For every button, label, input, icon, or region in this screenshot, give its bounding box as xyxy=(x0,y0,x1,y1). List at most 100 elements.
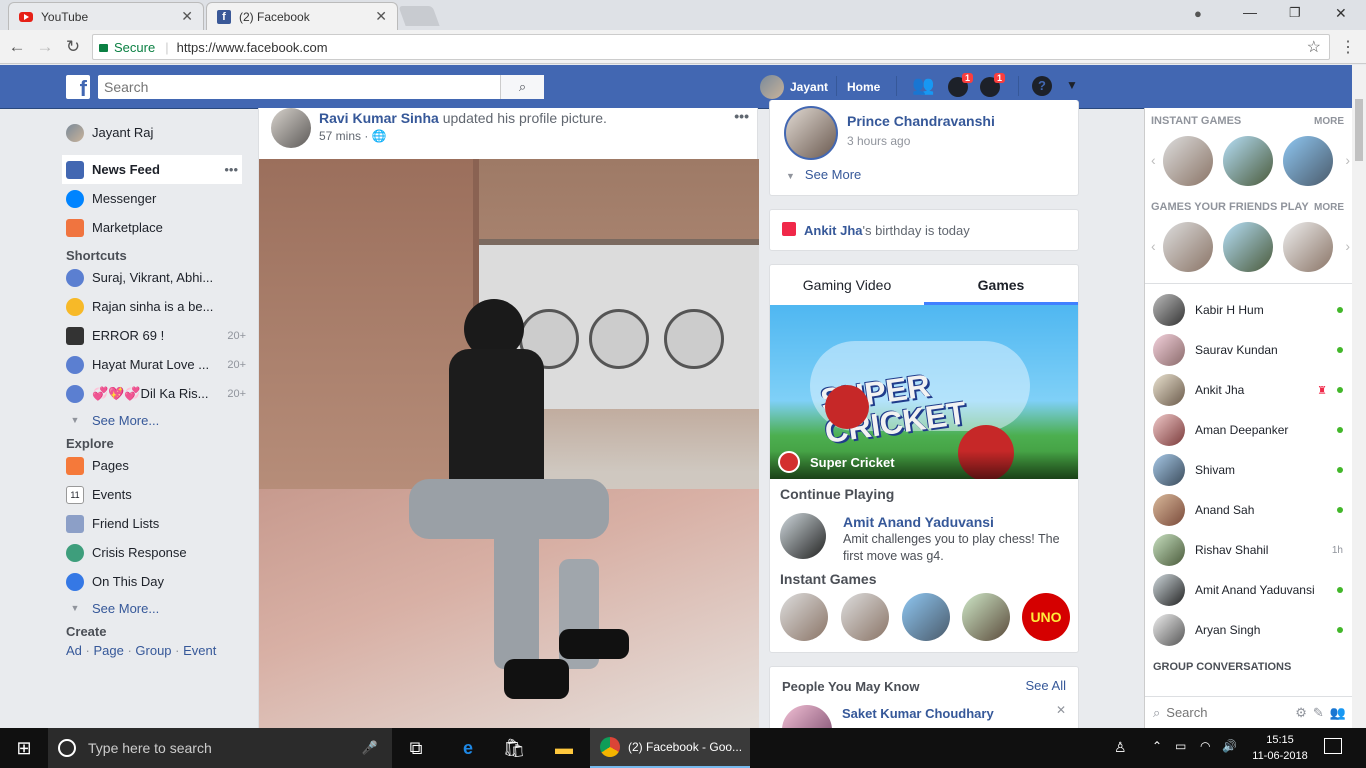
create-ad-link[interactable]: Ad xyxy=(66,643,82,658)
chevron-right-icon[interactable]: › xyxy=(1345,152,1350,168)
post-options-icon[interactable]: ••• xyxy=(734,108,749,124)
store-icon[interactable]: 🛍 xyxy=(490,728,538,768)
maximize-button[interactable]: ❐ xyxy=(1289,5,1301,21)
people-icon[interactable]: ♙ xyxy=(1114,739,1127,756)
forward-icon[interactable]: → xyxy=(34,36,56,58)
chrome-taskbar-button[interactable]: (2) Facebook - Goo... xyxy=(590,728,750,768)
chat-contact[interactable]: Anand Sah xyxy=(1153,493,1343,527)
game-thumb[interactable] xyxy=(780,593,828,641)
shortcut-item[interactable]: Suraj, Vikrant, Abhi... xyxy=(66,263,246,292)
task-view-icon[interactable]: ⧉ xyxy=(392,728,440,768)
search-input[interactable] xyxy=(98,76,500,98)
game-thumb[interactable] xyxy=(1283,222,1333,272)
file-explorer-icon[interactable]: ▬ xyxy=(540,728,588,768)
profile-link[interactable]: Jayant xyxy=(760,75,828,99)
back-icon[interactable]: ← xyxy=(6,36,28,58)
create-page-link[interactable]: Page xyxy=(93,643,123,658)
shortcut-item[interactable]: Hayat Murat Love ... 20+ xyxy=(66,350,246,379)
profile-shortcut[interactable]: Jayant Raj xyxy=(66,118,246,147)
see-more-explore[interactable]: ▼ See More... xyxy=(66,596,246,620)
create-group-link[interactable]: Group xyxy=(135,643,171,658)
compose-icon[interactable]: ✎ xyxy=(1313,705,1324,721)
post-time[interactable]: 57 mins xyxy=(319,129,361,143)
microphone-icon[interactable]: 🎤 xyxy=(362,740,378,756)
game-thumb[interactable] xyxy=(841,593,889,641)
home-link[interactable]: Home xyxy=(847,80,880,94)
friend-avatar[interactable] xyxy=(784,106,838,160)
tab-games[interactable]: Games xyxy=(924,265,1078,305)
tab-gaming-video[interactable]: Gaming Video xyxy=(770,265,924,305)
system-clock[interactable]: 15:15 11-06-2018 xyxy=(1250,732,1310,764)
shortcut-item[interactable]: ERROR 69 ! 20+ xyxy=(66,321,246,350)
new-tab-button[interactable] xyxy=(398,6,440,26)
edge-icon[interactable]: e xyxy=(444,728,492,768)
taskbar-search[interactable]: Type here to search 🎤 xyxy=(48,728,392,768)
close-tab-icon[interactable]: ✕ xyxy=(375,8,387,25)
see-more-link[interactable]: ▼ See More xyxy=(786,167,861,182)
tab-facebook[interactable]: f (2) Facebook ✕ xyxy=(206,2,398,30)
chat-contact[interactable]: Ankit Jha ♜ xyxy=(1153,373,1343,407)
game-thumb[interactable] xyxy=(1163,136,1213,186)
game-thumb[interactable] xyxy=(902,593,950,641)
chat-contact[interactable]: Aman Deepanker xyxy=(1153,413,1343,447)
chat-contact[interactable]: Amit Anand Yaduvansi xyxy=(1153,573,1343,607)
gear-icon[interactable]: ⚙ xyxy=(1295,705,1307,721)
sidebar-item-crisis-response[interactable]: Crisis Response xyxy=(66,538,246,567)
chevron-left-icon[interactable]: ‹ xyxy=(1151,152,1156,168)
chat-contact[interactable]: Aryan Singh xyxy=(1153,613,1343,647)
chat-contact[interactable]: Saurav Kundan xyxy=(1153,333,1343,367)
action-center-icon[interactable] xyxy=(1324,738,1342,754)
chat-contact[interactable]: Shivam xyxy=(1153,453,1343,487)
game-thumb[interactable] xyxy=(1223,136,1273,186)
game-thumb[interactable] xyxy=(962,593,1010,641)
scrollbar-thumb[interactable] xyxy=(1355,99,1363,161)
account-menu-icon[interactable]: ▼ xyxy=(1066,78,1078,92)
facebook-logo-icon[interactable]: f xyxy=(66,75,90,101)
chevron-up-icon[interactable]: ⌃ xyxy=(1152,739,1162,753)
chat-search-input[interactable] xyxy=(1166,705,1257,720)
close-tab-icon[interactable]: ✕ xyxy=(181,8,193,25)
post-photo[interactable] xyxy=(259,159,759,729)
chat-contact[interactable]: Rishav Shahil 1h xyxy=(1153,533,1343,567)
see-more-shortcuts[interactable]: ▼ See More... xyxy=(66,408,246,432)
minimize-button[interactable]: — xyxy=(1243,4,1257,20)
search-icon[interactable]: ⌕ xyxy=(500,75,544,99)
chat-contact[interactable]: Kabir H Hum xyxy=(1153,293,1343,327)
super-cricket-banner[interactable]: SUPER CRICKET Super Cricket xyxy=(770,305,1078,479)
windows-start-icon[interactable]: ⊞ xyxy=(0,728,48,768)
page-scrollbar[interactable] xyxy=(1352,65,1366,728)
shortcut-item[interactable]: 💞💖💞Dil Ka Ris... 20+ xyxy=(66,379,246,408)
reload-icon[interactable]: ↻ xyxy=(62,36,84,58)
tab-youtube[interactable]: YouTube ✕ xyxy=(8,2,204,30)
new-group-icon[interactable]: 👥 xyxy=(1330,705,1346,721)
friend-requests-icon[interactable]: 👥 xyxy=(912,75,934,96)
author-link[interactable]: Ravi Kumar Sinha xyxy=(319,110,439,126)
sidebar-item-messenger[interactable]: Messenger xyxy=(66,184,246,213)
more-options-icon[interactable]: ••• xyxy=(224,162,238,177)
chevron-right-icon[interactable]: › xyxy=(1345,238,1350,254)
more-friends-games-link[interactable]: MORE xyxy=(1314,202,1344,213)
battery-icon[interactable]: ▭ xyxy=(1175,739,1186,753)
url-field[interactable]: Secure | https://www.facebook.com ☆ xyxy=(92,34,1330,60)
friend-name[interactable]: Prince Chandravanshi xyxy=(847,113,995,129)
game-thumb[interactable] xyxy=(1163,222,1213,272)
notifications-icon[interactable]: 1 xyxy=(980,73,1006,99)
create-event-link[interactable]: Event xyxy=(183,643,216,658)
sidebar-item-marketplace[interactable]: Marketplace xyxy=(66,213,246,242)
game-thumb[interactable] xyxy=(1283,136,1333,186)
messages-icon[interactable]: 1 xyxy=(948,73,974,99)
profile-icon[interactable]: ● xyxy=(1194,6,1202,21)
birthday-name[interactable]: Ankit Jha xyxy=(804,223,863,238)
wifi-icon[interactable]: ◠ xyxy=(1200,739,1210,753)
pymk-name[interactable]: Saket Kumar Choudhary xyxy=(842,706,994,721)
chevron-left-icon[interactable]: ‹ xyxy=(1151,238,1156,254)
challenger-name[interactable]: Amit Anand Yaduvansi xyxy=(843,514,994,530)
bookmark-star-icon[interactable]: ☆ xyxy=(1307,37,1321,57)
sidebar-item-news-feed[interactable]: News Feed ••• xyxy=(62,155,242,184)
sidebar-item-friend-lists[interactable]: Friend Lists xyxy=(66,509,246,538)
sidebar-item-pages[interactable]: Pages xyxy=(66,451,246,480)
author-avatar[interactable] xyxy=(271,108,311,148)
see-all-link[interactable]: See All xyxy=(1026,678,1066,693)
chrome-menu-icon[interactable]: ⋮ xyxy=(1340,37,1356,57)
game-thumb[interactable] xyxy=(1223,222,1273,272)
